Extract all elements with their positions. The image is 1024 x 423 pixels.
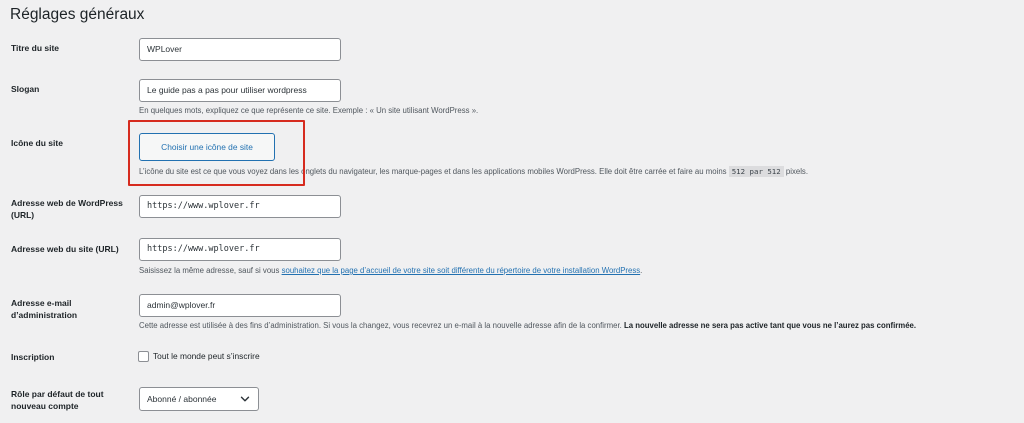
site-title-input[interactable]: WPLover [139, 38, 341, 61]
admin-email-description-strong: La nouvelle adresse ne sera pas active t… [623, 321, 917, 330]
membership-label: Inscription [11, 352, 55, 362]
site-address-description-text: Saisissez la même adresse, sauf si vous [139, 266, 280, 275]
tagline-input[interactable]: Le guide pas a pas pour utiliser wordpre… [139, 79, 341, 102]
site-icon-description: L’icône du site est ce que vous voyez da… [139, 166, 808, 177]
admin-email-description-text: Cette adresse est utilisée à des fins d’… [139, 321, 622, 330]
admin-email-description: Cette adresse est utilisée à des fins d’… [139, 320, 916, 331]
size-height: 512 [767, 167, 781, 176]
site-icon-description-text: L’icône du site est ce que vous voyez da… [139, 167, 727, 176]
site-icon-description-end: pixels. [785, 167, 808, 176]
membership-checkbox[interactable] [138, 351, 149, 362]
site-address-help-link[interactable]: souhaitez que la page d’accueil de votre… [282, 266, 641, 275]
site-address-input[interactable]: https://www.wplover.fr [139, 238, 341, 261]
admin-email-input[interactable]: admin@wplover.fr [139, 294, 341, 317]
wp-address-input[interactable]: https://www.wplover.fr [139, 195, 341, 218]
site-icon-size-code: 512 par 512 [728, 166, 784, 177]
size-separator: par [749, 167, 763, 176]
site-address-label: Adresse web du site (URL) [11, 244, 119, 254]
admin-email-label: Adresse e-mail d’administration [11, 298, 78, 320]
default-role-select[interactable]: Abonné / abonnée [139, 387, 259, 411]
site-icon-label: Icône du site [11, 138, 63, 148]
chevron-down-icon [240, 396, 250, 402]
size-width: 512 [731, 167, 746, 176]
tagline-description: En quelques mots, expliquez ce que repré… [139, 106, 479, 115]
page-title: Réglages généraux [10, 6, 145, 23]
tagline-label: Slogan [11, 84, 40, 94]
site-address-description: Saisissez la même adresse, sauf si vous … [139, 265, 642, 276]
membership-checkbox-label[interactable]: Tout le monde peut s’inscrire [153, 350, 260, 362]
default-role-selected: Abonné / abonnée [147, 394, 217, 404]
site-title-label: Titre du site [11, 43, 60, 53]
choose-site-icon-button[interactable]: Choisir une icône de site [139, 133, 275, 161]
default-role-label: Rôle par défaut de tout nouveau compte [11, 389, 104, 411]
wp-address-label: Adresse web de WordPress (URL) [11, 198, 123, 220]
site-address-description-end: . [640, 266, 643, 275]
